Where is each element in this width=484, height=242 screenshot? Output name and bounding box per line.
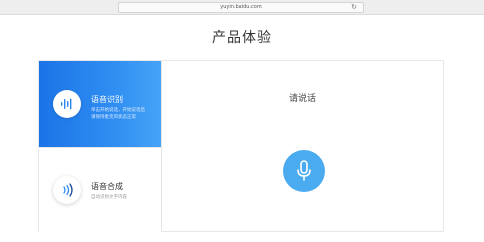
- demo-panel: 语音识别 单击开始说话，开始说话后 请保持麦克风状态正常 语音合成 自动识别文字…: [38, 60, 444, 232]
- prompt-text: 请说话: [288, 94, 316, 104]
- page: yuyin.baidu.com ↻ 产品体验 语音识别 单击开始说话，开始说话后: [0, 0, 484, 242]
- demo-content: 请说话: [162, 61, 443, 231]
- sidebar-item-label: 语音识别: [91, 95, 123, 104]
- sidebar-item-speech-recognition[interactable]: 语音识别 单击开始说话，开始说话后 请保持麦克风状态正常: [39, 61, 161, 147]
- sidebar: 语音识别 单击开始说话，开始说话后 请保持麦克风状态正常 语音合成 自动识别文字…: [39, 61, 162, 232]
- address-url: yuyin.baidu.com: [220, 4, 262, 10]
- description-line-1: 单击开始说话，开始说话后: [91, 108, 145, 113]
- description-line-2: 请保持麦克风状态正常: [91, 115, 136, 120]
- sidebar-item-label: 语音合成: [91, 182, 123, 191]
- sidebar-item-description: 自动识别文字内容: [91, 195, 127, 200]
- microphone-icon: [297, 160, 311, 181]
- sidebar-item-speech-synthesis[interactable]: 语音合成 自动识别文字内容: [39, 147, 161, 232]
- browser-toolbar: yuyin.baidu.com ↻: [0, 0, 484, 15]
- speaker-icon: [53, 176, 81, 204]
- page-title: 产品体验: [212, 30, 272, 46]
- audio-wave-icon: [53, 90, 81, 118]
- microphone-button[interactable]: [283, 150, 325, 192]
- address-bar[interactable]: yuyin.baidu.com ↻: [118, 2, 364, 13]
- reload-icon[interactable]: ↻: [351, 3, 357, 12]
- sidebar-item-description: 单击开始说话，开始说话后 请保持麦克风状态正常: [91, 107, 145, 121]
